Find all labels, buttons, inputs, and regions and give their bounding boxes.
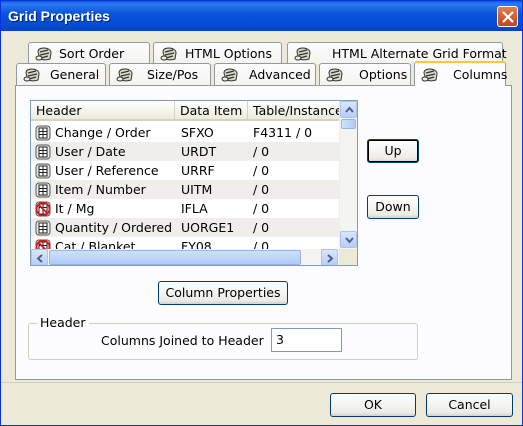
tab-sort-order[interactable]: Sort Order bbox=[28, 42, 150, 64]
scrollbar-corner bbox=[339, 249, 357, 265]
row-data-item: UORGE1 bbox=[181, 220, 235, 235]
tab-page-icon bbox=[35, 45, 53, 63]
table-row[interactable]: It / Mg IFLA / 0 bbox=[31, 199, 339, 218]
tab-html-options[interactable]: HTML Options bbox=[153, 42, 282, 64]
row-header: User / Reference bbox=[55, 163, 159, 178]
chevron-down-icon bbox=[345, 237, 354, 244]
table-row[interactable]: Quantity / Ordered UORGE1 / 0 bbox=[31, 218, 339, 237]
grid-column-icon bbox=[35, 220, 51, 236]
tab-label: Sort Order bbox=[59, 46, 125, 61]
row-data-item: URDT bbox=[181, 144, 217, 159]
tab-label: Size/Pos bbox=[147, 67, 199, 82]
tab-label: Columns bbox=[453, 67, 508, 82]
row-data-item: SFXO bbox=[181, 125, 214, 140]
tab-page-icon bbox=[116, 66, 134, 84]
tab-page-icon bbox=[160, 45, 178, 63]
row-table: / 0 bbox=[253, 182, 270, 197]
column-header-table-instance[interactable]: Table/Instance bbox=[248, 101, 339, 119]
scroll-up-button[interactable] bbox=[340, 101, 357, 118]
tab-label: Options bbox=[359, 67, 408, 82]
grid-column-icon bbox=[35, 144, 51, 160]
header-group: Header Columns Joined to Header 3 bbox=[28, 315, 418, 360]
scroll-left-button[interactable] bbox=[31, 249, 48, 265]
tab-page-icon bbox=[23, 66, 41, 84]
tab-options[interactable]: Options bbox=[319, 63, 411, 85]
row-header: Change / Order bbox=[55, 125, 151, 140]
table-row[interactable]: User / Reference URRF / 0 bbox=[31, 161, 339, 180]
tab-label: Advanced bbox=[249, 67, 311, 82]
scroll-right-button[interactable] bbox=[321, 249, 338, 265]
tab-page-icon bbox=[294, 45, 312, 63]
horizontal-scrollbar[interactable] bbox=[31, 249, 339, 265]
row-table: F4311 / 0 bbox=[253, 125, 313, 140]
row-table: / 0 bbox=[253, 144, 270, 159]
column-header-header[interactable]: Header bbox=[31, 101, 175, 119]
row-header: Quantity / Ordered bbox=[55, 220, 173, 235]
grid-column-icon bbox=[35, 182, 51, 198]
close-icon bbox=[502, 11, 514, 23]
divider bbox=[1, 382, 522, 383]
tab-label: HTML Options bbox=[185, 46, 272, 61]
down-button[interactable]: Down bbox=[367, 195, 419, 219]
vertical-scroll-thumb[interactable] bbox=[341, 119, 356, 129]
table-row[interactable]: Item / Number UITM / 0 bbox=[31, 180, 339, 199]
chevron-up-icon bbox=[345, 106, 354, 113]
tab-page-icon bbox=[221, 66, 239, 84]
row-data-item: IFLA bbox=[181, 201, 208, 216]
grid-column-icon bbox=[35, 163, 51, 179]
grid-properties-dialog: Grid Properties Sort Order HTML Options … bbox=[0, 0, 523, 426]
columns-joined-label: Columns Joined to Header bbox=[101, 333, 264, 348]
row-header: Item / Number bbox=[55, 182, 146, 197]
columns-joined-field[interactable]: 3 bbox=[271, 328, 342, 352]
tab-page-icon bbox=[421, 66, 439, 84]
row-table: / 0 bbox=[253, 201, 270, 216]
chevron-right-icon bbox=[327, 254, 334, 263]
table-row[interactable]: Change / Order SFXO F4311 / 0 bbox=[31, 123, 339, 142]
row-header: It / Mg bbox=[55, 201, 95, 216]
row-data-item: UITM bbox=[181, 182, 213, 197]
list-header: Header Data Item Table/Instance bbox=[31, 101, 357, 121]
tab-advanced[interactable]: Advanced bbox=[214, 63, 316, 85]
row-data-item: URRF bbox=[181, 163, 215, 178]
group-title: Header bbox=[37, 315, 89, 330]
ok-button[interactable]: OK bbox=[330, 393, 416, 417]
row-header: User / Date bbox=[55, 144, 126, 159]
tab-columns[interactable]: Columns bbox=[414, 61, 508, 86]
row-table: / 0 bbox=[253, 220, 270, 235]
close-button[interactable] bbox=[497, 6, 518, 27]
scroll-down-button[interactable] bbox=[340, 231, 357, 248]
hidden-column-icon bbox=[35, 201, 51, 217]
up-button[interactable]: Up bbox=[367, 139, 419, 163]
grid-column-icon bbox=[35, 125, 51, 141]
column-properties-button[interactable]: Column Properties bbox=[158, 281, 288, 305]
horizontal-scroll-thumb[interactable] bbox=[49, 250, 301, 265]
tab-size-pos[interactable]: Size/Pos bbox=[109, 63, 211, 85]
tab-page-icon bbox=[326, 66, 344, 84]
cancel-button[interactable]: Cancel bbox=[426, 393, 513, 417]
columns-list[interactable]: Header Data Item Table/Instance Change /… bbox=[30, 100, 358, 266]
table-row[interactable]: User / Date URDT / 0 bbox=[31, 142, 339, 161]
title-bar[interactable]: Grid Properties bbox=[1, 1, 522, 31]
tab-general[interactable]: General bbox=[16, 63, 106, 85]
tab-label: General bbox=[50, 67, 100, 82]
row-table: / 0 bbox=[253, 163, 270, 178]
chevron-left-icon bbox=[36, 254, 43, 263]
tab-label: HTML Alternate Grid Format bbox=[332, 46, 507, 61]
window-title: Grid Properties bbox=[8, 8, 110, 24]
vertical-scrollbar[interactable] bbox=[339, 101, 357, 249]
column-header-data-item[interactable]: Data Item bbox=[175, 101, 248, 119]
